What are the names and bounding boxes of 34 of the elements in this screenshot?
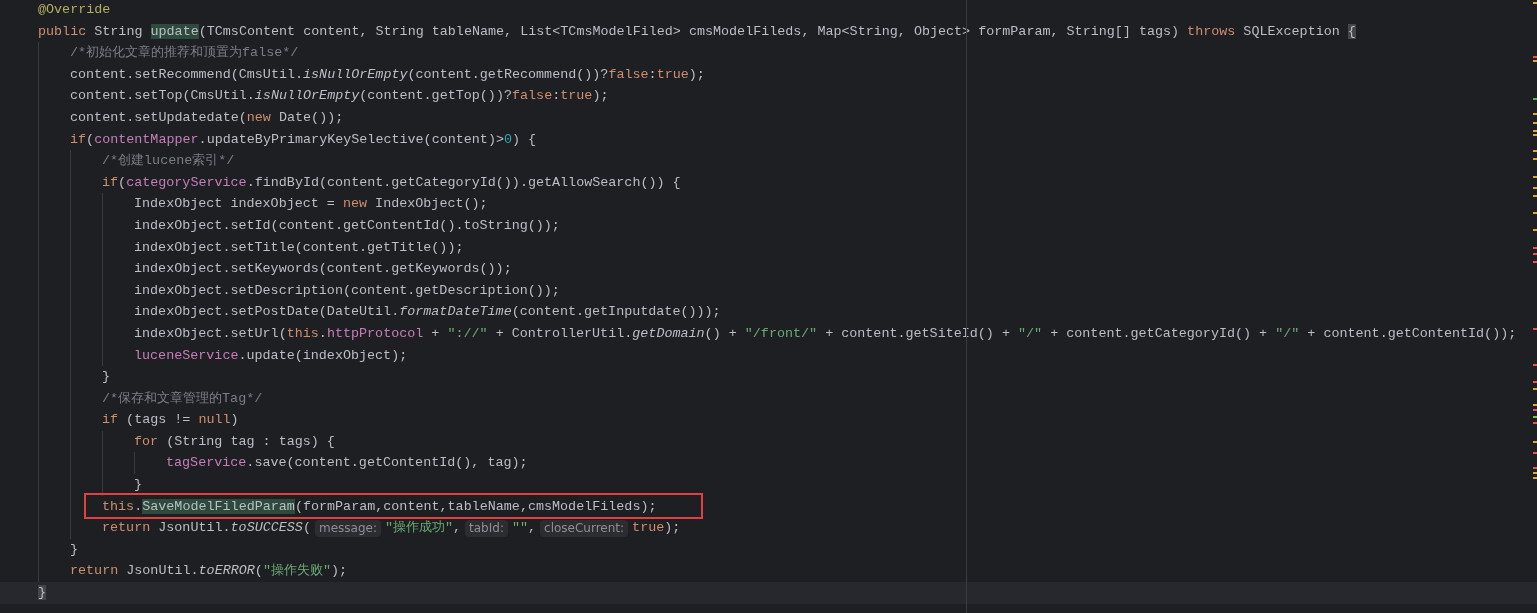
code-text: } — [70, 540, 79, 559]
code-text: content.setUpdatedate(new Date()); — [70, 108, 344, 127]
code-text: this.SaveModelFiledParam(formParam,content,tableName,cmsModelFileds); — [102, 497, 657, 516]
code-text: /*初始化文章的推荐和顶置为false*/ — [70, 44, 299, 63]
parameter-hint: message: — [314, 519, 381, 537]
code-text: luceneService.update(indexObject); — [134, 346, 408, 365]
code-text: content.setTop(CmsUtil.isNullOrEmpty(content.getTop())?false:true); — [70, 87, 609, 106]
code-text: if (tags != null) — [102, 411, 239, 430]
code-text: content.setRecommend(CmsUtil.isNullOrEmpty(content.getRecommend())?false:true); — [70, 65, 705, 84]
code-text: public String update(TCmsContent content, String tableName, List<TCmsModelFiled> cmsModelFileds, Map<String, Object> formParam, String[] tags) throws SQLException { — [38, 22, 1356, 41]
code-text: } — [38, 584, 47, 603]
code-text: indexObject.setId(content.getContentId().toString()); — [134, 216, 560, 235]
parameter-hint: tabId: — [465, 519, 508, 537]
code-text: true); — [632, 519, 681, 538]
code-text: return JsonUtil.toERROR("操作失败"); — [70, 562, 348, 581]
code-text: indexObject.setKeywords(content.getKeywords()); — [134, 260, 512, 279]
code-text: @Override — [38, 1, 111, 19]
code-text: indexObject.setDescription(content.getDescription()); — [134, 281, 560, 300]
code-text: "", — [511, 519, 537, 538]
code-text: /*保存和文章管理的Tag*/ — [102, 389, 263, 408]
code-text: if(categoryService.findById(content.getCategoryId()).getAllowSearch()) { — [102, 173, 681, 192]
code-text: /*创建lucene索引*/ — [102, 152, 235, 171]
code-text: if(contentMapper.updateByPrimaryKeySelective(content)>0) { — [70, 130, 537, 149]
code-text: for (String tag : tags) { — [134, 432, 335, 451]
code-text: tagService.save(content.getContentId(), tag); — [166, 454, 528, 473]
code-text: IndexObject indexObject = new IndexObject(); — [134, 195, 488, 214]
code-text: indexObject.setUrl(this.httpProtocol + "://" + ControllerUtil.getDomain() + "/front/" + content.getSiteId() + "/" + content.getCategoryId() + "/" + content.getContentId()); — [134, 324, 1517, 343]
code-text: return JsonUtil.toSUCCESS( — [102, 519, 311, 538]
code-text: indexObject.setTitle(content.getTitle()); — [134, 238, 464, 257]
code-text: } — [102, 368, 111, 387]
code-text: "操作成功", — [384, 519, 462, 538]
parameter-hint: closeCurrent: — [540, 519, 629, 537]
code-text: } — [134, 476, 143, 495]
code-text: indexObject.setPostDate(DateUtil.formatDateTime(content.getInputdate())); — [134, 303, 721, 322]
